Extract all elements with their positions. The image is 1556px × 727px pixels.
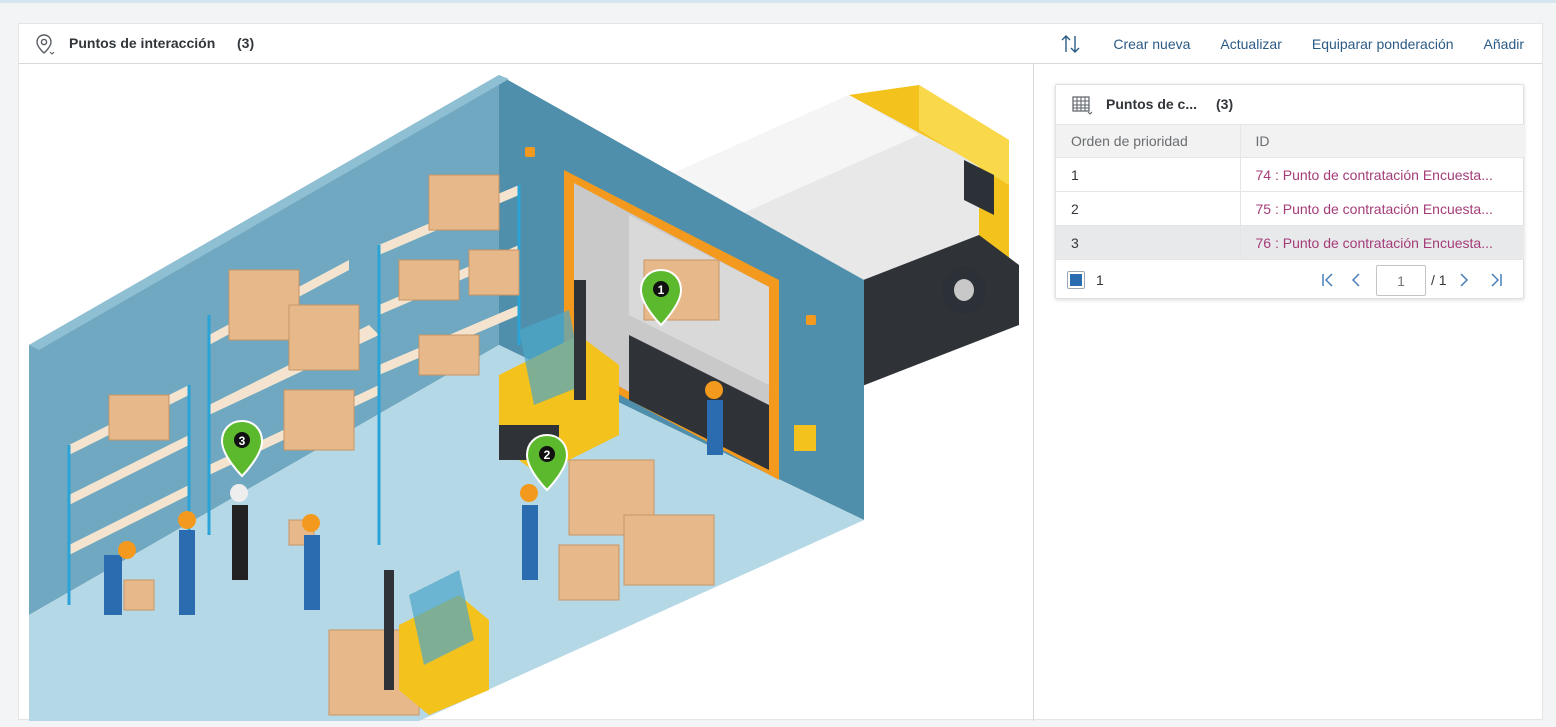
split-divider[interactable] [1033, 64, 1034, 721]
table-card-title: Puntos de c... [1106, 96, 1198, 112]
marker-2-label: 2 [544, 448, 551, 462]
warehouse-illustration: 1 2 3 [19, 65, 1033, 721]
cell-priority: 1 [1056, 157, 1241, 192]
update-button[interactable]: Actualizar [1220, 36, 1281, 52]
page-number-input[interactable] [1376, 265, 1426, 296]
table-row[interactable]: 3 76 : Punto de contratación Encuesta... [1056, 225, 1524, 260]
select-all-checkbox[interactable] [1067, 271, 1085, 289]
marker-3-label: 3 [239, 434, 246, 448]
column-header-priority[interactable]: Orden de prioridad [1056, 124, 1241, 158]
table-header-row: Orden de prioridad ID [1056, 124, 1524, 158]
location-pin-icon[interactable] [35, 33, 57, 57]
table-row[interactable]: 1 74 : Punto de contratación Encuesta... [1056, 157, 1524, 192]
sort-icon[interactable] [1059, 32, 1083, 56]
table-card-header: Puntos de c... (3) [1056, 85, 1523, 124]
interaction-points-table-card: Puntos de c... (3) Orden de prioridad ID… [1055, 84, 1524, 299]
table-card-count: (3) [1216, 96, 1234, 112]
top-accent-line [0, 0, 1556, 3]
interaction-points-panel: Puntos de interacción (3) Crear nueva Ac… [18, 23, 1543, 721]
panel-title: Puntos de interacción [69, 35, 216, 51]
panel-toolbar: Puntos de interacción (3) Crear nueva Ac… [19, 24, 1542, 64]
column-header-id[interactable]: ID [1240, 124, 1524, 158]
cell-id-link[interactable]: 75 : Punto de contratación Encuesta... [1240, 191, 1524, 226]
last-page-icon[interactable] [1486, 269, 1506, 291]
warehouse-image: 1 2 3 [29, 75, 1019, 721]
next-page-icon[interactable] [1454, 269, 1474, 291]
toolbar-actions: Crear nueva Actualizar Equiparar pondera… [1059, 24, 1524, 64]
cell-id-link[interactable]: 74 : Punto de contratación Encuesta... [1240, 157, 1524, 192]
panel-count: (3) [237, 35, 255, 51]
marker-1-label: 1 [658, 283, 665, 297]
balance-weighting-button[interactable]: Equiparar ponderación [1312, 36, 1454, 52]
table-pager: 1 / 1 [1056, 261, 1523, 299]
selected-count: 1 [1096, 272, 1104, 288]
first-page-icon[interactable] [1318, 269, 1338, 291]
cell-priority: 2 [1056, 191, 1241, 226]
interaction-points-table: Orden de prioridad ID 1 74 : Punto de co… [1056, 124, 1524, 260]
page-total: / 1 [1431, 272, 1447, 288]
create-new-button[interactable]: Crear nueva [1113, 36, 1190, 52]
cell-id-link[interactable]: 76 : Punto de contratación Encuesta... [1240, 225, 1524, 260]
table-grid-icon[interactable] [1070, 94, 1094, 116]
add-button[interactable]: Añadir [1484, 36, 1524, 52]
cell-priority: 3 [1056, 225, 1241, 260]
previous-page-icon[interactable] [1346, 269, 1366, 291]
table-row[interactable]: 2 75 : Punto de contratación Encuesta... [1056, 191, 1524, 226]
